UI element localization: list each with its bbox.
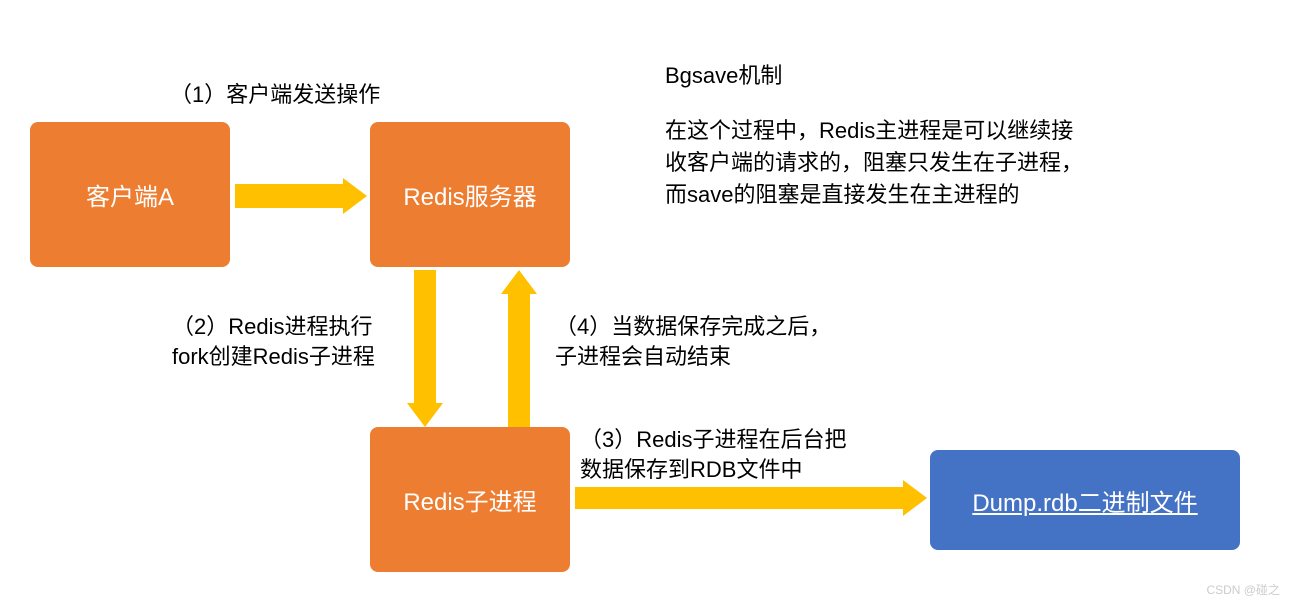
arrow-1-head — [343, 178, 367, 214]
diagram-canvas: 客户端A Redis服务器 Redis子进程 Dump.rdb二进制文件 （1）… — [0, 0, 1290, 603]
box-redis-server: Redis服务器 — [370, 122, 570, 267]
arrow-3-head — [903, 480, 927, 516]
arrow-4-label: （4）当数据保存完成之后， 子进程会自动结束 — [555, 312, 831, 371]
arrow-1-label: （1）客户端发送操作 — [170, 80, 380, 110]
arrow-4-head — [501, 270, 537, 294]
box-dump-rdb: Dump.rdb二进制文件 — [930, 450, 1240, 550]
arrow-3-shaft — [575, 487, 905, 509]
diagram-title: Bgsave机制 — [665, 58, 782, 90]
box-client-a: 客户端A — [30, 122, 230, 267]
box-dump-rdb-label: Dump.rdb二进制文件 — [972, 483, 1197, 518]
box-redis-child: Redis子进程 — [370, 427, 570, 572]
arrow-2-head — [407, 403, 443, 427]
box-redis-server-label: Redis服务器 — [403, 177, 536, 212]
box-redis-child-label: Redis子进程 — [403, 482, 536, 517]
arrow-3-label: （3）Redis子进程在后台把 数据保存到RDB文件中 — [580, 425, 846, 484]
arrow-2-shaft — [414, 270, 436, 405]
arrow-4-shaft — [508, 294, 530, 427]
arrow-1-shaft — [235, 184, 345, 208]
watermark: CSDN @碰之 — [1206, 581, 1280, 598]
diagram-description: 在这个过程中，Redis主进程是可以继续接收客户端的请求的，阻塞只发生在子进程，… — [665, 115, 1095, 211]
box-client-a-label: 客户端A — [86, 177, 174, 212]
arrow-2-label: （2）Redis进程执行 fork创建Redis子进程 — [172, 312, 375, 371]
